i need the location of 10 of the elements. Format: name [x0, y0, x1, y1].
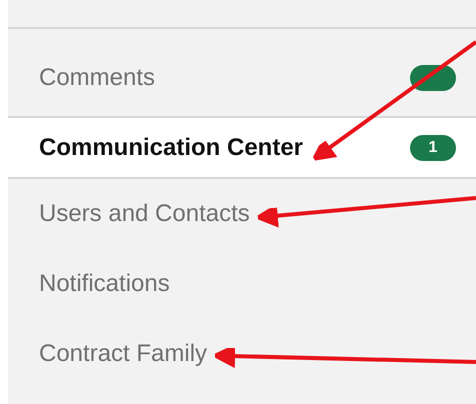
menu-item[interactable]: Contract Family [8, 319, 476, 389]
menu-item[interactable]: Communication Center 1 [8, 118, 476, 179]
menu-item-label: Comments [39, 62, 156, 92]
menu-item-label: Communication Center [39, 132, 304, 162]
menu-item-label: Notifications [39, 269, 170, 299]
menu-item[interactable]: Notifications [8, 249, 476, 319]
menu-item-label: Users and Contacts [39, 199, 250, 229]
count-badge: 1 [410, 134, 456, 160]
menu-item[interactable]: Users and Contacts [8, 179, 476, 249]
menu-item-label: Contract Family [39, 339, 208, 369]
